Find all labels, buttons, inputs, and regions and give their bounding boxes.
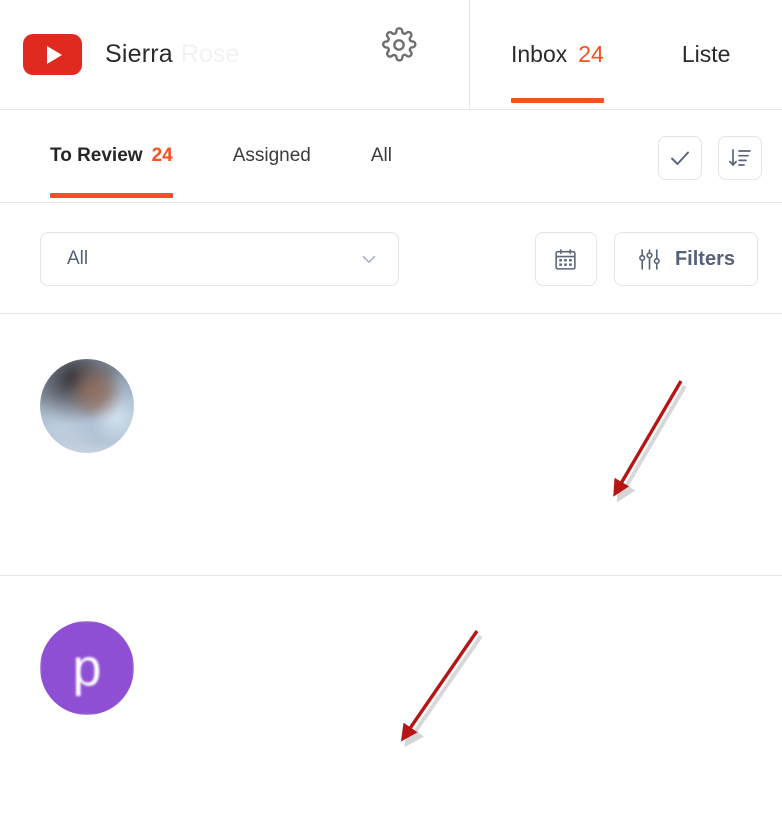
filter-actions: Filters (535, 232, 758, 286)
tab-listen-label: Liste (682, 41, 731, 68)
brand-name-faded: Rose (181, 40, 239, 69)
subtab-to-review-label: To Review (50, 145, 143, 167)
select-all-button[interactable] (658, 136, 702, 180)
calendar-icon (553, 247, 578, 272)
sort-descending-icon (728, 146, 752, 170)
tab-inbox-count: 24 (578, 41, 604, 68)
filters-button[interactable]: Filters (614, 232, 758, 286)
avatar (40, 359, 134, 453)
subtab-assigned-label: Assigned (233, 145, 311, 167)
subtab-list: To Review 24 Assigned All (50, 110, 392, 202)
filters-button-label: Filters (675, 248, 735, 271)
main-tabs: Inbox 24 Liste (470, 0, 730, 109)
settings-button[interactable] (379, 25, 419, 65)
tab-inbox-label: Inbox (511, 41, 567, 68)
subtab-to-review[interactable]: To Review 24 (50, 110, 173, 202)
filter-bar: All (0, 203, 782, 314)
subtab-bar: To Review 24 Assigned All (0, 110, 782, 203)
subtab-all[interactable]: All (371, 110, 392, 202)
message-row[interactable]: Hi 4 minutes Reject (0, 314, 782, 576)
inbox-app: Sierra Rose Inbox 24 Liste To Review (0, 0, 782, 820)
sort-button[interactable] (718, 136, 762, 180)
scope-select-value: All (67, 248, 358, 270)
calendar-button[interactable] (535, 232, 597, 286)
check-icon (668, 146, 692, 170)
subtab-to-review-count: 24 (152, 145, 173, 167)
tab-listen[interactable]: Liste (682, 0, 731, 109)
tab-inbox[interactable]: Inbox 24 (511, 0, 604, 109)
subtab-all-label: All (371, 145, 392, 167)
gear-icon (381, 27, 417, 63)
chevron-down-icon (358, 248, 380, 270)
subtab-assigned[interactable]: Assigned (233, 110, 311, 202)
top-header: Sierra Rose Inbox 24 Liste (0, 0, 782, 110)
scope-select[interactable]: All (40, 232, 399, 286)
brand-name: Sierra (105, 40, 173, 69)
avatar-initial: p (40, 621, 134, 715)
subtab-actions (658, 136, 762, 180)
avatar-photo (40, 359, 134, 453)
sliders-icon (637, 247, 662, 272)
youtube-play-icon (23, 34, 82, 75)
avatar: p (40, 621, 134, 715)
message-row[interactable]: p My ears hurt 16 minutes Reject (0, 576, 782, 820)
brand-zone: Sierra Rose (0, 0, 470, 109)
